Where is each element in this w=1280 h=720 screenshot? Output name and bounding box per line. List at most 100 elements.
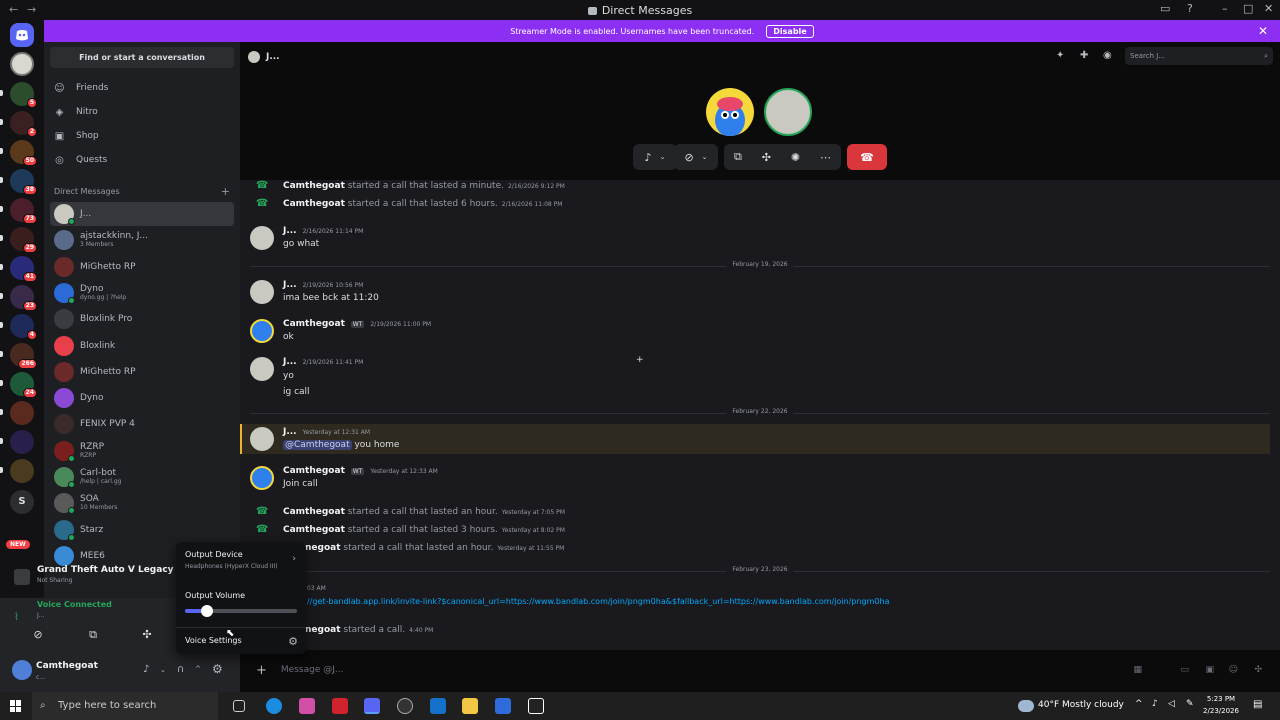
dm-list-item[interactable]: Dyno dyno.gg | ?help (50, 281, 234, 305)
app-icon[interactable] (397, 698, 413, 714)
more-options-icon[interactable]: ⋯ (820, 151, 831, 164)
acrobat-icon[interactable] (332, 698, 348, 714)
task-view-icon[interactable] (233, 700, 245, 712)
screenshare-icon[interactable]: ⧉ (734, 150, 742, 164)
callee-avatar[interactable] (764, 88, 812, 136)
dm-list-item[interactable]: ajstackkinn, J... 3 Members (50, 228, 234, 252)
user-profile-icon[interactable]: ◉ (1103, 50, 1112, 61)
message-avatar[interactable] (250, 357, 274, 381)
emoji-icon[interactable]: ☺ (1229, 665, 1238, 675)
dm-list-item[interactable]: MiGhetto RP (50, 255, 234, 279)
message-avatar[interactable] (250, 427, 274, 451)
nav-friends[interactable]: ☺ Friends (54, 78, 108, 98)
author-name[interactable]: Camthegoat (283, 507, 345, 517)
gift-icon[interactable]: ▦ (1133, 665, 1142, 675)
minimize-icon[interactable]: – (1222, 2, 1228, 15)
pen-icon[interactable]: ✎ (1186, 699, 1194, 709)
activities-icon[interactable]: ✣ (762, 151, 771, 164)
chevron-up-icon[interactable]: ^ (1135, 699, 1143, 709)
inbox-icon[interactable]: ▭ (1160, 2, 1170, 15)
volume-icon[interactable]: ◁ (1168, 699, 1175, 709)
author-name[interactable]: J... (283, 427, 297, 437)
maximize-icon[interactable]: □ (1243, 2, 1253, 15)
profile-server-icon[interactable] (10, 52, 34, 76)
settings-gear-icon[interactable]: ⚙ (212, 662, 223, 676)
user-mention[interactable]: @Camthegoat (283, 440, 352, 450)
nav-quests[interactable]: ◎ Quests (54, 150, 107, 170)
message-avatar[interactable] (250, 226, 274, 250)
taskbar-search[interactable]: ⌕ Type here to search (32, 692, 218, 720)
nav-nitro[interactable]: ◈ Nitro (54, 102, 98, 122)
author-name[interactable]: Camthegoat (283, 466, 345, 476)
discord-home-icon[interactable] (10, 23, 34, 47)
server-icon[interactable]: 4 (10, 314, 37, 340)
server-icon[interactable] (10, 430, 34, 454)
microphone-icon[interactable]: ♪ (143, 664, 149, 675)
settings-gear-icon[interactable]: ⚙ (288, 635, 298, 648)
message-avatar[interactable] (250, 280, 274, 304)
author-name[interactable]: J... (283, 226, 297, 236)
username[interactable]: Camthegoat (36, 661, 98, 671)
dm-list-item[interactable]: MiGhetto RP (50, 360, 234, 384)
camera-button[interactable]: ⊘ ⌄ (674, 144, 718, 170)
apps-icon[interactable]: ✣ (1254, 665, 1262, 675)
server-icon[interactable]: 50 (10, 140, 37, 166)
server-icon[interactable] (10, 459, 34, 483)
dm-list-item[interactable]: RZRP RZRP (50, 439, 234, 463)
weather-text[interactable]: 40°F Mostly cloudy (1038, 700, 1124, 710)
author-name[interactable]: Camthegoat (283, 181, 345, 191)
voice-channel-name[interactable]: J... (37, 612, 45, 619)
author-name[interactable]: Camthegoat (283, 525, 345, 535)
screenshare-icon[interactable]: ⧉ (83, 628, 103, 644)
dm-list-item[interactable]: J... (50, 202, 234, 226)
search-input[interactable]: Search J... ⌕ (1125, 47, 1273, 65)
volume-slider-handle[interactable] (201, 605, 214, 617)
mute-button[interactable]: ♪ ⌄ (633, 144, 677, 170)
file-explorer-icon[interactable] (462, 698, 478, 714)
clock-time[interactable]: 5:23 PM (1200, 695, 1242, 703)
dm-list-item[interactable]: FENIX PVP 4 (50, 412, 234, 436)
server-s-icon[interactable]: S (10, 490, 34, 514)
dm-list-item[interactable]: Starz (50, 518, 234, 542)
author-name[interactable]: negoat (305, 625, 341, 635)
game-activity[interactable]: Grand Theft Auto V Legacy Not Sharing (12, 565, 182, 591)
server-icon[interactable]: 5 (10, 82, 37, 108)
hang-up-button[interactable]: ☎ (847, 144, 887, 170)
dm-list-item[interactable]: Dyno (50, 386, 234, 410)
edge-icon[interactable] (266, 698, 282, 714)
server-icon[interactable]: 73 (10, 198, 37, 224)
copilot-icon[interactable] (299, 698, 315, 714)
server-icon[interactable]: 2 (10, 111, 37, 137)
microphone-icon[interactable]: ♪ (1152, 699, 1158, 709)
nav-shop[interactable]: ▣ Shop (54, 126, 99, 146)
close-banner-icon[interactable]: ✕ (1258, 24, 1268, 38)
soundboard-icon[interactable]: ✺ (791, 151, 800, 164)
windows-start-icon[interactable] (10, 700, 22, 712)
discord-taskbar-icon[interactable] (364, 698, 380, 714)
author-name[interactable]: Camthegoat (283, 319, 345, 329)
pin-icon[interactable]: ✦ (1056, 50, 1064, 61)
create-dm-icon[interactable]: + (221, 185, 230, 198)
server-icon[interactable]: 266 (10, 343, 37, 369)
notifications-icon[interactable]: ▤ (1253, 699, 1262, 710)
message-composer[interactable]: + Message @J... ▦ ▭ ▣ ☺ ✣ (250, 658, 1272, 682)
message-avatar[interactable] (250, 319, 274, 343)
sticker-icon[interactable]: ▣ (1205, 665, 1214, 675)
caller-avatar[interactable] (706, 88, 754, 136)
message-link[interactable]: //get-bandlab.app.link/invite-link?$cano… (307, 597, 889, 606)
author-name[interactable]: negoat (305, 543, 341, 553)
dm-list-item[interactable]: Bloxlink Pro (50, 307, 234, 331)
author-name[interactable]: J... (283, 280, 297, 290)
roblox-icon[interactable] (495, 698, 511, 714)
author-name[interactable]: J... (283, 357, 297, 367)
chevron-up-icon[interactable]: ^ (195, 665, 201, 673)
dm-list-item[interactable]: Carl-bot/help | carl.gg (50, 465, 234, 489)
headphones-icon[interactable]: ∩ (177, 664, 184, 675)
server-icon[interactable]: 41 (10, 256, 37, 282)
help-icon[interactable]: ? (1187, 2, 1193, 15)
gif-icon[interactable]: ▭ (1180, 665, 1189, 675)
mail-icon[interactable] (430, 698, 446, 714)
attach-plus-icon[interactable]: + (256, 663, 267, 678)
server-tag[interactable]: WT (350, 321, 365, 328)
find-conversation-button[interactable]: Find or start a conversation (50, 47, 234, 68)
